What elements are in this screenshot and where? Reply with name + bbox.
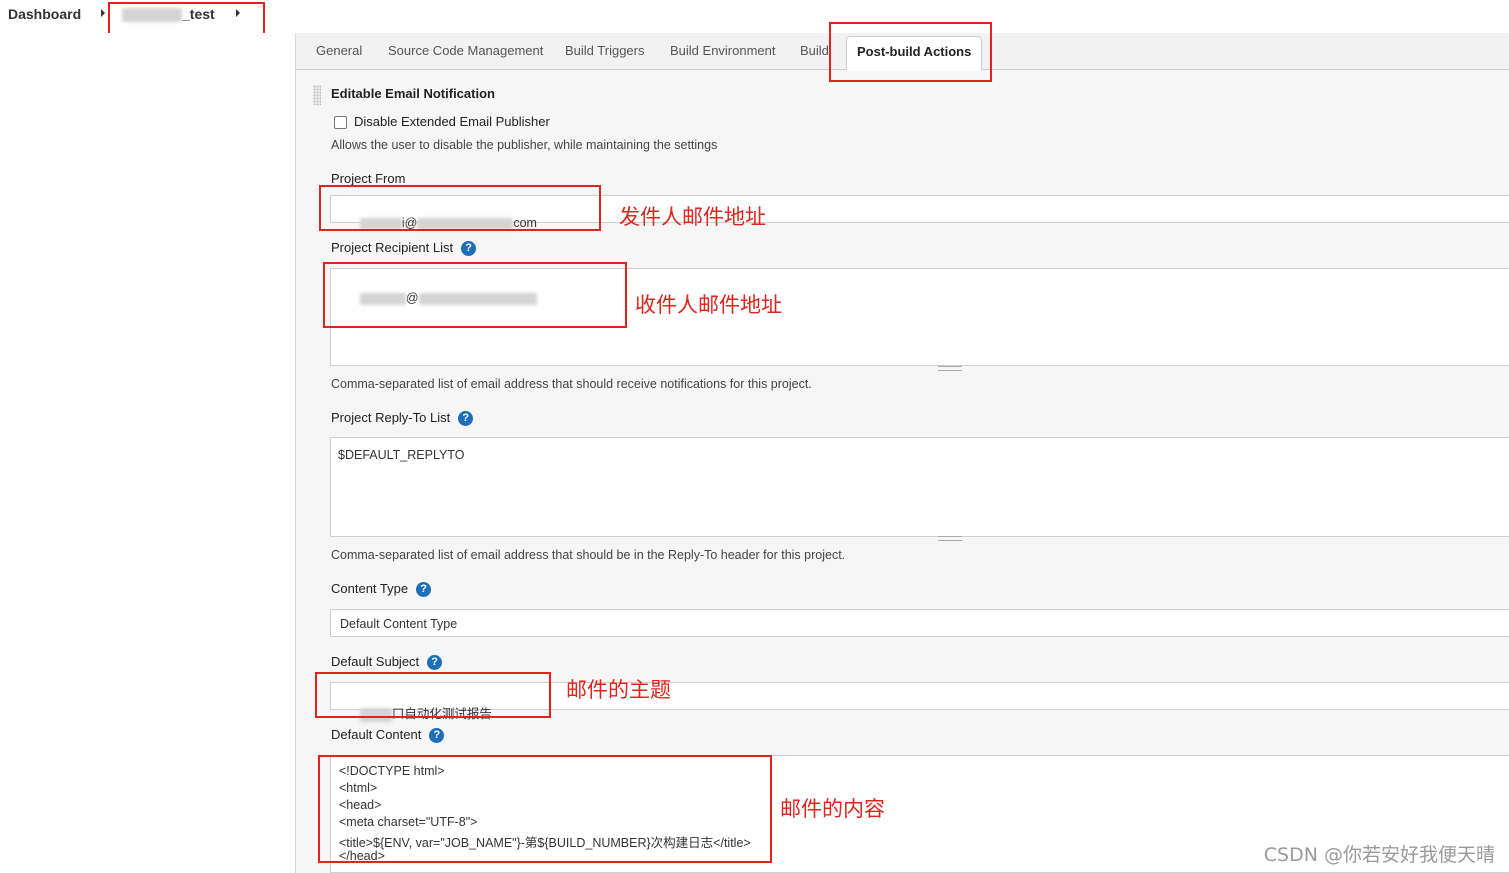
reply-to-textarea[interactable]: $DEFAULT_REPLYTO xyxy=(330,437,1509,541)
breadcrumb-dashboard[interactable]: Dashboard xyxy=(8,6,81,22)
reply-to-value: $DEFAULT_REPLYTO xyxy=(338,448,465,462)
reply-to-resize-handle[interactable] xyxy=(938,536,962,541)
highlight-post-build-tab xyxy=(829,22,992,82)
default-subject-label-text: Default Subject xyxy=(331,654,420,669)
default-subject-help-icon[interactable]: ? xyxy=(427,655,443,671)
highlight-recipient xyxy=(323,262,627,328)
content-type-help-icon[interactable]: ? xyxy=(416,582,432,598)
recipient-list-hint: Comma-separated list of email address th… xyxy=(331,377,812,391)
recipient-resize-handle[interactable] xyxy=(938,366,962,371)
tab-build-environment[interactable]: Build Environment xyxy=(670,43,776,58)
recipient-list-label-text: Project Recipient List xyxy=(331,240,454,255)
content-type-value: Default Content Type xyxy=(340,617,458,631)
content-type-select[interactable]: Default Content Type xyxy=(330,609,1509,637)
highlight-content xyxy=(318,755,772,863)
highlight-project-breadcrumb xyxy=(108,2,265,35)
reply-to-hint: Comma-separated list of email address th… xyxy=(331,548,846,562)
project-from-label: Project From xyxy=(331,171,406,186)
content-type-label-text: Content Type xyxy=(331,581,409,596)
tab-source-code-management[interactable]: Source Code Management xyxy=(388,43,543,58)
section-title: Editable Email Notification xyxy=(331,86,495,101)
default-content-label-text: Default Content xyxy=(331,727,422,742)
tab-general[interactable]: General xyxy=(316,43,362,58)
annotation-content: 邮件的内容 xyxy=(780,797,885,821)
default-content-label: Default Content? xyxy=(331,727,445,744)
recipient-list-label: Project Recipient List? xyxy=(331,240,477,257)
tab-build[interactable]: Build xyxy=(800,43,829,58)
tab-build-triggers[interactable]: Build Triggers xyxy=(565,43,644,58)
reply-to-help-icon[interactable]: ? xyxy=(458,411,474,427)
annotation-recipient: 收件人邮件地址 xyxy=(635,293,782,317)
watermark: CSDN @你若安好我便天晴 xyxy=(1263,844,1495,866)
highlight-subject xyxy=(315,672,551,718)
highlight-project-from xyxy=(319,185,601,231)
recipient-help-icon[interactable]: ? xyxy=(461,241,477,257)
drag-handle-icon[interactable] xyxy=(313,85,321,105)
disable-publisher-hint: Allows the user to disable the publisher… xyxy=(331,138,718,152)
reply-to-label-text: Project Reply-To List xyxy=(331,410,451,425)
reply-to-label: Project Reply-To List? xyxy=(331,410,474,427)
disable-publisher-checkbox[interactable] xyxy=(334,116,347,129)
default-subject-label: Default Subject? xyxy=(331,654,443,671)
disable-publisher-label: Disable Extended Email Publisher xyxy=(354,114,550,129)
left-pane xyxy=(0,33,295,873)
annotation-sender: 发件人邮件地址 xyxy=(619,205,766,229)
breadcrumb-chevron-icon[interactable] xyxy=(101,9,105,17)
content-type-label: Content Type? xyxy=(331,581,432,598)
config-panel: General Source Code Management Build Tri… xyxy=(295,33,1509,873)
default-content-help-icon[interactable]: ? xyxy=(429,728,445,744)
annotation-subject: 邮件的主题 xyxy=(566,678,671,702)
